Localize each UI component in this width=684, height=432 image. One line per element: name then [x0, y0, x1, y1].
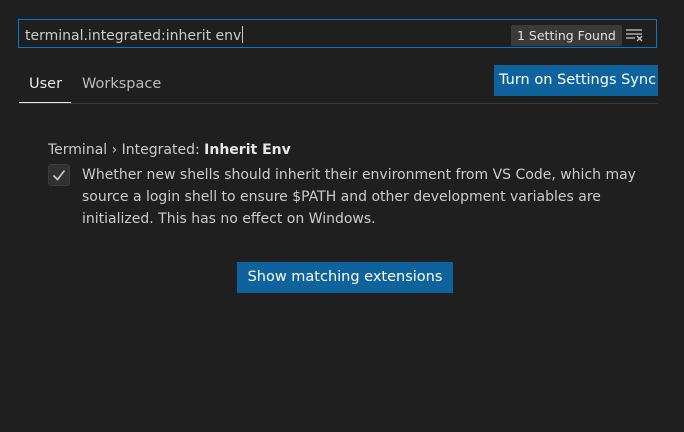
turn-on-settings-sync-button[interactable]: Turn on Settings Sync	[494, 65, 658, 96]
tab-workspace[interactable]: Workspace	[82, 76, 161, 92]
setting-description: Whether new shells should inherit their …	[82, 167, 636, 227]
tabs-divider	[19, 103, 658, 104]
checkmark-icon	[52, 170, 66, 181]
clear-filter-icon[interactable]	[625, 27, 645, 43]
text-cursor	[242, 26, 244, 43]
setting-category: Terminal › Integrated:	[48, 142, 205, 158]
setting-title: Terminal › Integrated: Inherit Env	[48, 142, 291, 158]
search-input-value: terminal.integrated:inherit env	[25, 28, 242, 44]
settings-search-box[interactable]: terminal.integrated:inherit env 1 Settin…	[18, 19, 657, 48]
inherit-env-checkbox[interactable]	[48, 164, 70, 186]
setting-name: Inherit Env	[204, 142, 291, 158]
show-matching-extensions-button[interactable]: Show matching extensions	[237, 262, 453, 293]
settings-editor: terminal.integrated:inherit env 1 Settin…	[0, 0, 684, 432]
tab-user[interactable]: User	[29, 76, 62, 92]
result-count-badge: 1 Setting Found	[511, 25, 622, 46]
search-input[interactable]: terminal.integrated:inherit env	[25, 26, 244, 44]
